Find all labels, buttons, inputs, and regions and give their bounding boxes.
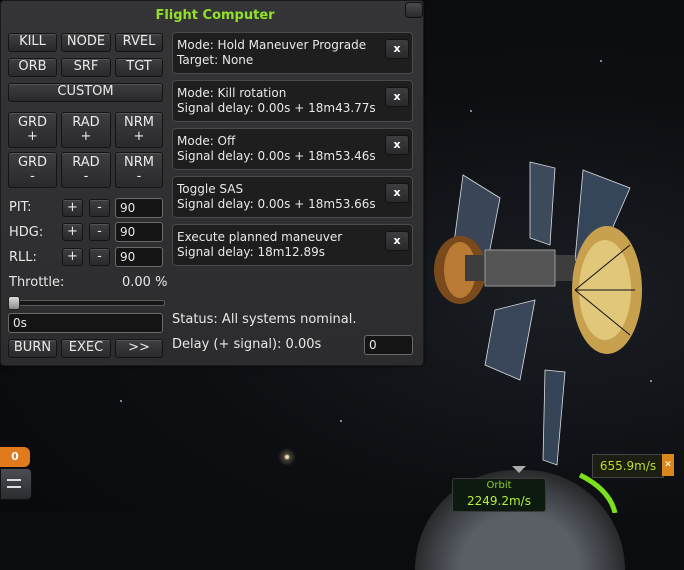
heading-input[interactable]: 90 (115, 222, 163, 242)
queue-item: Execute planned maneuver Signal delay: 1… (172, 224, 413, 266)
queue-item: Toggle SAS Signal delay: 0.00s + 18m53.6… (172, 176, 413, 218)
heading-minus-button[interactable]: - (89, 223, 110, 241)
navball-collapse-icon[interactable] (512, 466, 526, 473)
remove-command-button[interactable]: x (385, 39, 409, 59)
burn-duration-input[interactable]: 0s (8, 313, 163, 333)
stage-toggle-icon[interactable] (0, 468, 32, 500)
signal-delay-label: Delay (+ signal): 0.00s (172, 337, 322, 352)
queue-item: Mode: Hold Maneuver Prograde Target: Non… (172, 32, 413, 74)
roll-label: RLL: (9, 250, 37, 265)
rad-plus-button[interactable]: RAD + (61, 112, 111, 148)
exec-button[interactable]: EXEC (61, 339, 111, 358)
flight-computer-window: Flight Computer KILL NODE RVEL ORB SRF T… (0, 0, 424, 366)
pitch-plus-button[interactable]: + (62, 199, 83, 217)
grd-plus-button[interactable]: GRD + (8, 112, 57, 148)
kill-button[interactable]: KILL (8, 33, 57, 52)
throttle-value: 0.00 % (122, 275, 168, 290)
burn-button[interactable]: BURN (8, 339, 57, 358)
extra-delay-input[interactable]: 0 (364, 335, 413, 355)
remove-command-button[interactable]: x (385, 135, 409, 155)
queue-item: Mode: Kill rotation Signal delay: 0.00s … (172, 80, 413, 122)
remove-command-button[interactable]: x (385, 87, 409, 107)
orb-button[interactable]: ORB (8, 58, 57, 77)
custom-button[interactable]: CUSTOM (8, 83, 163, 102)
remove-command-button[interactable]: x (385, 183, 409, 203)
satellite-image (434, 161, 642, 466)
throttle-slider-handle[interactable] (8, 296, 20, 310)
rad-minus-button[interactable]: RAD - (61, 152, 111, 188)
orbit-velocity-value: 2249.2m/s (467, 494, 531, 508)
heading-plus-button[interactable]: + (62, 223, 83, 241)
vertical-speed-close-icon[interactable]: ✕ (662, 454, 674, 476)
pitch-label: PIT: (9, 200, 32, 215)
next-button[interactable]: >> (115, 339, 163, 358)
nrm-plus-button[interactable]: NRM + (115, 112, 163, 148)
nrm-minus-button[interactable]: NRM - (115, 152, 163, 188)
status-text: Status: All systems nominal. (172, 312, 357, 327)
roll-plus-button[interactable]: + (62, 248, 83, 266)
throttle-label: Throttle: (9, 275, 65, 290)
grd-minus-button[interactable]: GRD - (8, 152, 57, 188)
pitch-minus-button[interactable]: - (89, 199, 110, 217)
speed-mode-label: Orbit (486, 480, 512, 491)
queue-item: Mode: Off Signal delay: 0.00s + 18m53.46… (172, 128, 413, 170)
pitch-input[interactable]: 90 (115, 198, 163, 218)
window-title: Flight Computer (155, 8, 275, 23)
node-button[interactable]: NODE (61, 33, 111, 52)
window-close-button[interactable] (405, 2, 423, 18)
remove-command-button[interactable]: x (385, 231, 409, 251)
throttle-slider[interactable] (9, 300, 165, 306)
rvel-button[interactable]: RVEL (115, 33, 163, 52)
speed-display[interactable]: Orbit 2249.2m/s (452, 478, 546, 512)
heading-label: HDG: (9, 225, 44, 240)
stage-count-badge[interactable]: 0 (0, 447, 30, 467)
srf-button[interactable]: SRF (61, 58, 111, 77)
roll-minus-button[interactable]: - (89, 248, 110, 266)
tgt-button[interactable]: TGT (115, 58, 163, 77)
roll-input[interactable]: 90 (115, 247, 163, 267)
